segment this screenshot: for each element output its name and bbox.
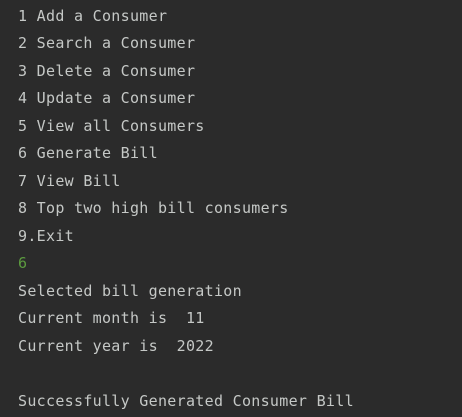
menu-item-view-all-consumers: 5 View all Consumers (18, 117, 205, 135)
console-output[interactable]: 1 Add a Consumer 2 Search a Consumer 3 D… (0, 0, 462, 417)
output-current-month: Current month is 11 (18, 309, 205, 327)
menu-item-update-consumer: 4 Update a Consumer (18, 89, 196, 107)
menu-item-search-consumer: 2 Search a Consumer (18, 34, 196, 52)
menu-item-view-bill: 7 View Bill (18, 172, 121, 190)
output-success-message: Successfully Generated Consumer Bill (18, 392, 354, 410)
menu-item-exit: 9.Exit (18, 227, 74, 245)
output-current-year: Current year is 2022 (18, 337, 214, 355)
menu-item-delete-consumer: 3 Delete a Consumer (18, 62, 196, 80)
menu-item-top-two-consumers: 8 Top two high bill consumers (18, 199, 289, 217)
menu-item-generate-bill: 6 Generate Bill (18, 144, 158, 162)
menu-item-add-consumer: 1 Add a Consumer (18, 7, 168, 25)
output-selected-bill-generation: Selected bill generation (18, 282, 242, 300)
user-input-line: 6 (18, 254, 28, 272)
